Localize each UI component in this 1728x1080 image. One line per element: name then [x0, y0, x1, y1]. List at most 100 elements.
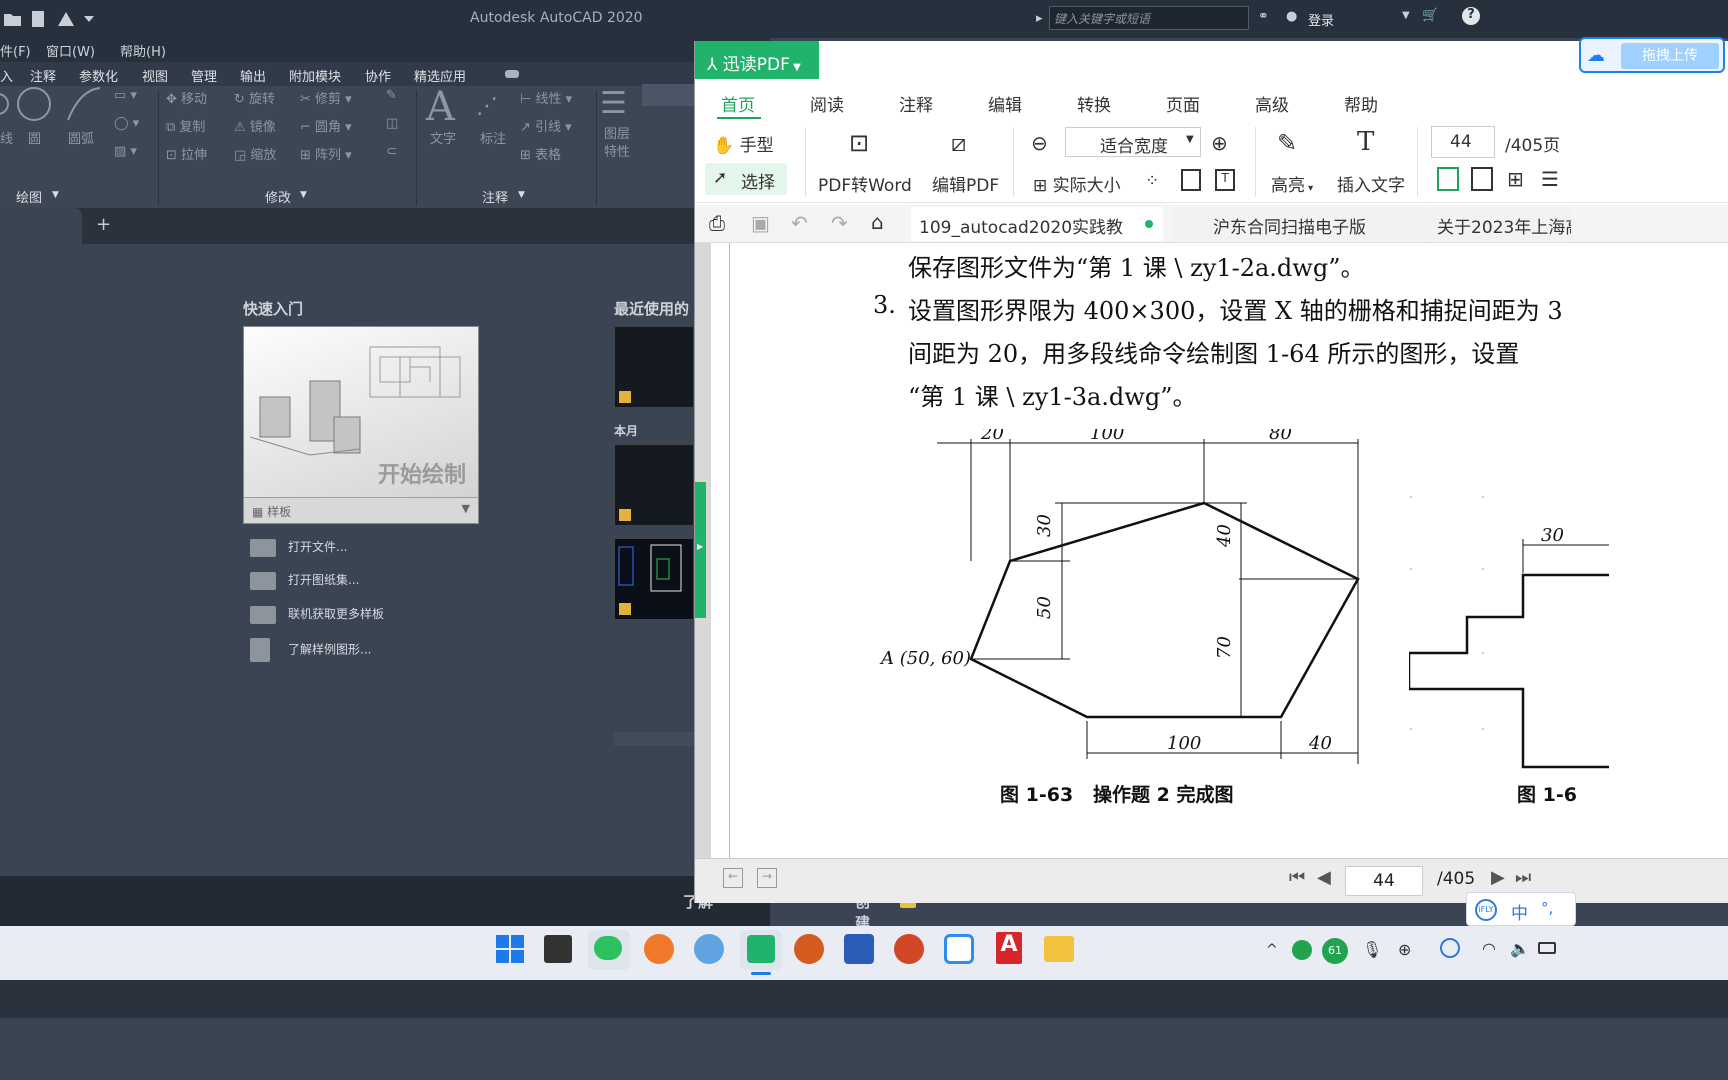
arc-button[interactable]: 圆弧: [68, 128, 94, 147]
quick-access-toolbar[interactable]: [2, 8, 102, 30]
actual-size-button[interactable]: ⊞ 实际大小: [1033, 171, 1121, 196]
prev-page-icon[interactable]: ◀: [1317, 867, 1331, 888]
layer-properties-button[interactable]: 图层 特性: [604, 126, 634, 162]
hatch-icon[interactable]: ▨ ▾: [114, 144, 137, 159]
array-button[interactable]: ⊞ 阵列 ▾: [300, 144, 352, 163]
microphone-icon[interactable]: 🎙: [1362, 940, 1382, 959]
panel-modify[interactable]: 修改: [265, 187, 291, 206]
chevron-right-icon[interactable]: ▸: [1036, 11, 1043, 26]
layers-icon[interactable]: ☰: [600, 86, 627, 121]
tab-parametric[interactable]: 参数化: [79, 66, 118, 85]
menu-advanced[interactable]: 高级: [1255, 91, 1289, 116]
binoculars-icon[interactable]: ⚭: [1258, 9, 1269, 24]
double-page-icon[interactable]: [1471, 167, 1493, 191]
undo-icon[interactable]: ↶: [791, 211, 808, 235]
text-select-icon[interactable]: T: [1215, 169, 1235, 191]
explode-icon[interactable]: ◫: [386, 116, 398, 131]
tab-annotate[interactable]: 注释: [30, 66, 56, 85]
insert-text-button[interactable]: 插入文字: [1337, 171, 1405, 196]
chevron-up-icon[interactable]: ^: [1266, 942, 1278, 958]
open-file-link[interactable]: 打开文件...: [250, 538, 347, 560]
menu-annotate[interactable]: 注释: [899, 91, 933, 116]
open-sheetset-link[interactable]: 打开图纸集...: [250, 571, 359, 593]
line-button[interactable]: 线: [0, 128, 13, 147]
app-menu-button[interactable]: ⅄ 迅读PDF ▼: [695, 41, 819, 79]
pdf-to-word-button[interactable]: PDF转Word: [818, 171, 912, 196]
layer-dropdown[interactable]: [642, 84, 702, 106]
scroll-view-icon[interactable]: ☰: [1541, 167, 1559, 191]
punctuation-icon[interactable]: °,: [1541, 899, 1553, 917]
offset-icon[interactable]: ⊂: [386, 144, 397, 159]
text-button[interactable]: 文字: [430, 128, 456, 147]
menu-help[interactable]: 帮助(H): [120, 41, 166, 60]
baidu-netdisk-icon[interactable]: [944, 934, 974, 964]
ellipse-icon[interactable]: ◯ ▾: [114, 116, 139, 131]
recent-file-thumb[interactable]: [614, 444, 694, 526]
tab-autocad-tutorial[interactable]: 109_autocad2020实践教程...: [911, 207, 1163, 263]
start-drawing-card[interactable]: 开始绘制 ▦ 样板 ▼: [243, 326, 479, 524]
start-tab[interactable]: [0, 208, 82, 244]
menu-file[interactable]: 件(F): [0, 41, 31, 60]
firefox-icon[interactable]: [644, 934, 674, 964]
template-dropdown[interactable]: ▦ 样板 ▼: [244, 497, 478, 523]
leader-button[interactable]: ↗ 引线 ▾: [520, 116, 572, 135]
menu-convert[interactable]: 转换: [1077, 91, 1111, 116]
autocad-icon[interactable]: A: [996, 932, 1022, 964]
tab-manage[interactable]: 管理: [191, 66, 217, 85]
tab-view[interactable]: 视图: [142, 66, 168, 85]
dimension-icon[interactable]: ⋰: [476, 94, 498, 119]
xundu-pdf-icon[interactable]: [740, 930, 782, 975]
wechat-icon[interactable]: [588, 930, 630, 970]
chevron-down-icon[interactable]: ▼: [1402, 10, 1410, 21]
plus-icon[interactable]: +: [96, 214, 111, 235]
mirror-button[interactable]: ⚠ 镜像: [234, 116, 276, 135]
linear-button[interactable]: ⊢ 线性 ▾: [520, 88, 572, 107]
copy-button[interactable]: ⧉ 复制: [166, 116, 205, 135]
help-icon[interactable]: ?: [1462, 7, 1480, 25]
hand-tool[interactable]: ✋ 手型: [713, 131, 774, 156]
ifly-tray-icon[interactable]: [1440, 938, 1460, 958]
single-page-icon[interactable]: [1437, 167, 1459, 191]
edit-pdf-button[interactable]: 编辑PDF: [932, 171, 999, 196]
erase-icon[interactable]: ✎: [386, 88, 397, 103]
powerpoint-icon[interactable]: [894, 934, 924, 964]
back-icon[interactable]: ←: [723, 868, 743, 888]
file-explorer-icon[interactable]: [1044, 936, 1074, 962]
zoom-in-icon[interactable]: ⊕: [1211, 131, 1228, 155]
tab-featured-apps[interactable]: 精选应用: [414, 66, 466, 85]
fit-page-icon[interactable]: ⁘: [1145, 171, 1159, 191]
tab-output[interactable]: 输出: [240, 66, 266, 85]
battery-icon[interactable]: [1538, 942, 1556, 954]
security-icon[interactable]: 61: [1322, 938, 1348, 964]
dimension-button[interactable]: 标注: [480, 128, 506, 147]
cart-icon[interactable]: 🛒: [1422, 8, 1438, 23]
rectangle-icon[interactable]: ▭ ▾: [114, 88, 137, 103]
tray-icon[interactable]: [1292, 940, 1312, 960]
zoom-out-icon[interactable]: ⊖: [1031, 131, 1048, 155]
menu-help[interactable]: 帮助: [1344, 91, 1378, 116]
scale-button[interactable]: ◲ 缩放: [234, 144, 276, 163]
ime-language[interactable]: 中: [1511, 899, 1528, 924]
pdf-page[interactable]: 保存图形文件为“第 1 课 \ zy1-2a.dwg”。 3. 设置图形界限为 …: [695, 243, 1728, 858]
search-input[interactable]: 键入关键字或短语: [1049, 6, 1249, 30]
select-tool[interactable]: ➚ 选择: [705, 163, 787, 195]
sample-drawings-link[interactable]: 了解样例图形...: [250, 638, 371, 662]
tab-collaborate[interactable]: 协作: [365, 66, 391, 85]
page-number-input[interactable]: 44: [1431, 126, 1495, 158]
trim-button[interactable]: ✂ 修剪 ▾: [300, 88, 352, 107]
recent-scroll[interactable]: [614, 732, 694, 746]
home-icon[interactable]: ⌂: [871, 210, 884, 234]
menu-read[interactable]: 阅读: [810, 91, 844, 116]
save-icon[interactable]: ▣: [751, 211, 770, 235]
grid-view-icon[interactable]: ⊞: [1507, 167, 1524, 191]
panel-draw[interactable]: 绘图: [16, 187, 42, 206]
circle-button[interactable]: 圆: [28, 128, 41, 147]
menu-window[interactable]: 窗口(W): [46, 41, 95, 60]
wifi-icon[interactable]: ◠: [1482, 939, 1496, 958]
recent-file-thumb[interactable]: [614, 538, 694, 620]
task-view-icon[interactable]: [544, 935, 572, 963]
print-icon[interactable]: ⎙: [709, 211, 725, 235]
volume-icon[interactable]: 🔈: [1510, 939, 1530, 958]
login-button[interactable]: 登录: [1308, 10, 1334, 29]
sidebar-toggle[interactable]: ▶: [695, 482, 706, 618]
